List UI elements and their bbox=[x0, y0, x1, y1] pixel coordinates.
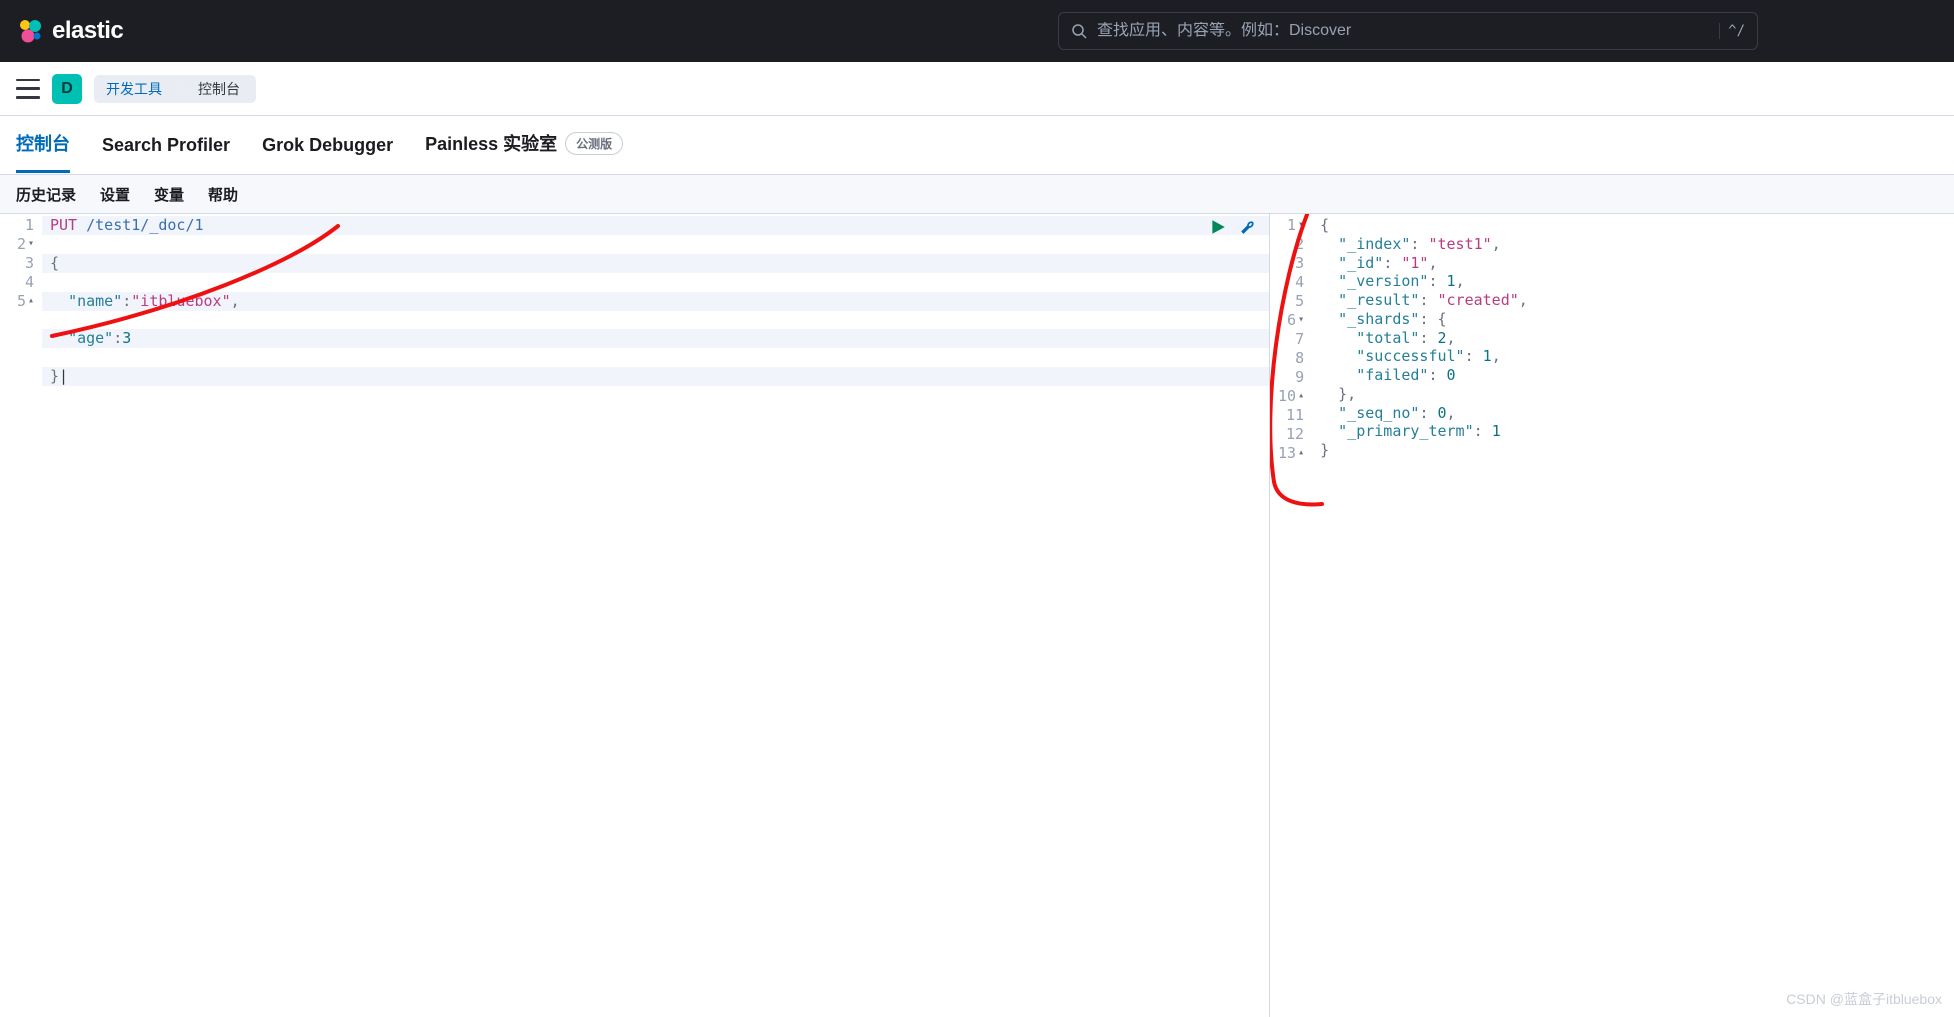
editor-area: 12 ▾345 ▴ PUT /test1/_doc/1 { "name":"it… bbox=[0, 214, 1954, 1017]
beta-badge: 公测版 bbox=[565, 132, 623, 155]
tool-variables[interactable]: 变量 bbox=[154, 184, 184, 205]
tab-painless-lab[interactable]: Painless 实验室 公测版 bbox=[425, 118, 623, 173]
breadcrumb-item[interactable]: 开发工具 bbox=[94, 75, 178, 103]
tab-search-profiler[interactable]: Search Profiler bbox=[102, 123, 230, 173]
line-gutter: 12 ▾345 ▴ bbox=[0, 214, 42, 1017]
tabs-bar: 控制台 Search Profiler Grok Debugger Painle… bbox=[0, 116, 1954, 174]
search-icon bbox=[1071, 23, 1087, 39]
top-header: elastic ^/ bbox=[0, 0, 1954, 62]
global-search: ^/ bbox=[1058, 12, 1758, 50]
brand-name: elastic bbox=[52, 17, 123, 45]
tool-history[interactable]: 历史记录 bbox=[16, 184, 76, 205]
breadcrumb-item[interactable]: 控制台 bbox=[178, 75, 256, 103]
line-gutter: 1 ▾23456 ▾78910 ▴111213 ▴ bbox=[1270, 214, 1312, 1017]
request-code[interactable]: PUT /test1/_doc/1 { "name":"itbluebox", … bbox=[42, 214, 1269, 1017]
request-editor[interactable]: 12 ▾345 ▴ PUT /test1/_doc/1 { "name":"it… bbox=[0, 214, 1270, 1017]
tool-settings[interactable]: 设置 bbox=[100, 184, 130, 205]
tab-grok-debugger[interactable]: Grok Debugger bbox=[262, 123, 393, 173]
watermark: CSDN @蓝盒子itbluebox bbox=[1786, 989, 1942, 1009]
breadcrumb: 开发工具 控制台 bbox=[94, 75, 256, 103]
search-shortcut-hint: ^/ bbox=[1719, 23, 1745, 39]
brand-logo[interactable]: elastic bbox=[16, 17, 123, 45]
search-input[interactable] bbox=[1097, 22, 1709, 40]
wrench-icon[interactable] bbox=[1239, 218, 1257, 236]
search-box[interactable]: ^/ bbox=[1058, 12, 1758, 50]
console-toolbar: 历史记录 设置 变量 帮助 bbox=[0, 174, 1954, 214]
sub-header: D 开发工具 控制台 bbox=[0, 62, 1954, 116]
tool-help[interactable]: 帮助 bbox=[208, 184, 238, 205]
nav-toggle-button[interactable] bbox=[16, 79, 40, 99]
response-viewer: 1 ▾23456 ▾78910 ▴111213 ▴ { "_index": "t… bbox=[1270, 214, 1954, 1017]
response-code: { "_index": "test1", "_id": "1", "_versi… bbox=[1312, 214, 1954, 1017]
run-request-icon[interactable] bbox=[1209, 218, 1227, 236]
tab-console[interactable]: 控制台 bbox=[16, 118, 70, 173]
elastic-logo-icon bbox=[16, 17, 44, 45]
space-selector[interactable]: D bbox=[52, 74, 82, 104]
